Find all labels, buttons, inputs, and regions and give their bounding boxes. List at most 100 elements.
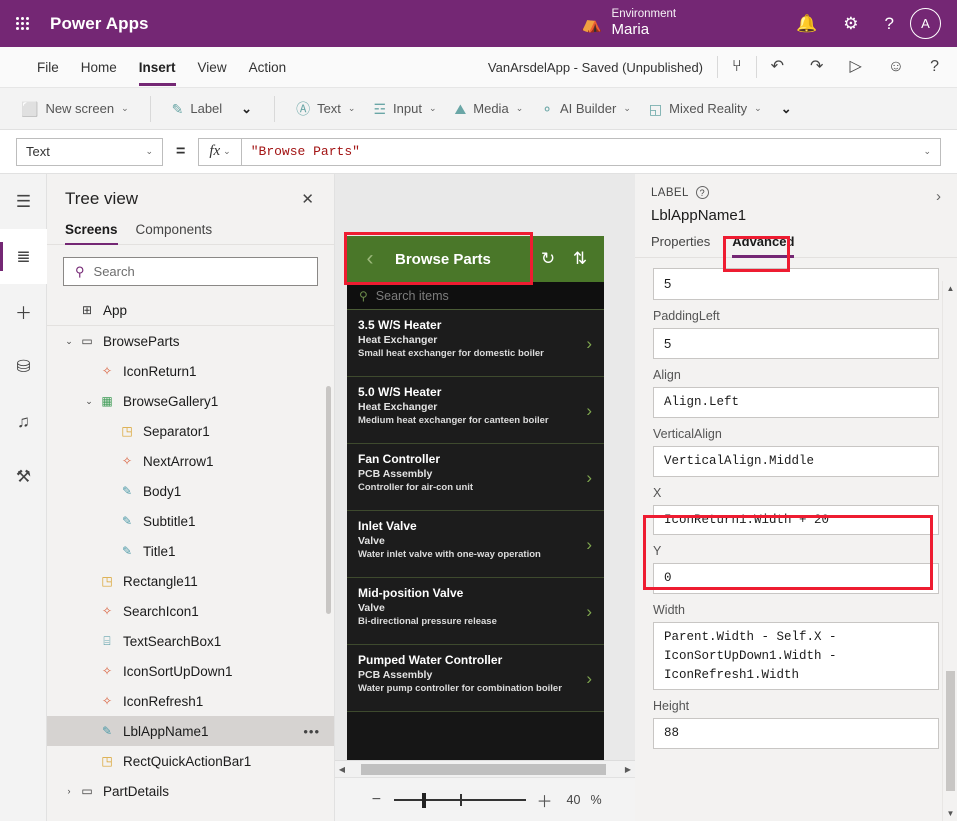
scroll-track[interactable] — [349, 764, 621, 775]
tree-node-iconrefresh1[interactable]: ✧ IconRefresh1 — [47, 686, 334, 716]
text-button[interactable]: Ⓐ Text ⌄ — [287, 96, 364, 121]
tree-node-lblappname1[interactable]: ✎ LblAppName1 ••• — [47, 716, 334, 746]
field-value-align[interactable]: Align.Left — [653, 387, 939, 418]
scroll-thumb[interactable] — [361, 764, 606, 775]
close-icon[interactable]: ✕ — [297, 188, 318, 210]
sidebar-item-insert[interactable]: ＋ — [0, 284, 47, 339]
sidebar-item-media[interactable]: ♫ — [0, 394, 47, 449]
tab-components[interactable]: Components — [136, 222, 213, 244]
tree-node-nextarrow1[interactable]: ✧ NextArrow1 — [47, 446, 334, 476]
more-options-icon[interactable]: ••• — [303, 724, 320, 739]
environment-switcher[interactable]: ⛺ Environment Maria — [581, 8, 676, 38]
field-value-width[interactable]: Parent.Width - Self.X - IconSortUpDown1.… — [653, 622, 939, 690]
zoom-slider[interactable] — [394, 792, 526, 808]
tree-scrollbar[interactable] — [326, 386, 331, 614]
scroll-left-icon[interactable]: ◀ — [335, 765, 349, 774]
scroll-down-icon[interactable]: ▼ — [943, 806, 957, 821]
redo-icon[interactable]: ↷ — [810, 59, 823, 75]
tree-node-browsegallery1[interactable]: ⌄ ▦ BrowseGallery1 — [47, 386, 334, 416]
properties-scrollbar[interactable]: ▲ ▼ — [942, 281, 957, 821]
tree-node-rectquickactionbar1[interactable]: ◳ RectQuickActionBar1 — [47, 746, 334, 776]
tab-properties[interactable]: Properties — [651, 234, 710, 257]
fx-button[interactable]: fx ⌄ — [198, 138, 240, 166]
settings-gear-icon[interactable]: ⚙ — [843, 15, 858, 32]
field-value-padding-top[interactable]: 5 — [653, 268, 939, 300]
tree-node-title1[interactable]: ✎ Title1 — [47, 536, 334, 566]
menu-item-home[interactable]: Home — [70, 56, 128, 79]
next-arrow-icon[interactable]: › — [586, 669, 592, 689]
next-arrow-icon[interactable]: › — [586, 334, 592, 354]
tree-node-body1[interactable]: ✎ Body1 — [47, 476, 334, 506]
app-checker-icon[interactable]: ⑂ — [732, 58, 742, 76]
canvas-horizontal-scrollbar[interactable]: ◀ ▶ — [335, 760, 635, 777]
gallery-item[interactable]: Pumped Water Controller PCB Assembly Wat… — [347, 645, 604, 712]
tree-node-rectangle11[interactable]: ◳ Rectangle11 — [47, 566, 334, 596]
tab-advanced[interactable]: Advanced — [732, 234, 794, 257]
tree-search-input[interactable]: ⚲ Search — [63, 257, 318, 286]
menu-item-action[interactable]: Action — [238, 56, 298, 79]
menu-item-file[interactable]: File — [26, 56, 70, 79]
collapse-panel-chevron-icon[interactable]: › — [936, 188, 941, 205]
gallery-item[interactable]: Mid-position Valve Valve Bi-directional … — [347, 578, 604, 645]
label-button[interactable]: ✎ Label — [163, 96, 232, 121]
tree-chevron-collapsed-icon[interactable]: › — [61, 786, 77, 796]
gallery-item[interactable]: Inlet Valve Valve Water inlet valve with… — [347, 511, 604, 578]
tree-node-browseparts[interactable]: ⌄ ▭ BrowseParts — [47, 326, 334, 356]
menu-item-insert[interactable]: Insert — [128, 56, 187, 79]
icon-return-control[interactable]: ‹ — [357, 247, 383, 271]
help-circle-icon[interactable]: ? — [696, 186, 709, 199]
zoom-in-button[interactable]: ＋ — [536, 788, 552, 812]
menu-item-view[interactable]: View — [187, 56, 238, 79]
hamburger-icon[interactable]: ☰ — [0, 174, 47, 229]
undo-icon[interactable]: ↶ — [771, 59, 784, 75]
field-value-x[interactable]: IconReturn1.Width + 20 — [653, 505, 939, 536]
notifications-bell-icon[interactable]: 🔔 — [796, 15, 817, 32]
tab-screens[interactable]: Screens — [65, 222, 118, 244]
property-selector[interactable]: Text ⌄ — [16, 138, 163, 166]
field-value-verticalalign[interactable]: VerticalAlign.Middle — [653, 446, 939, 477]
sidebar-item-advanced-tools[interactable]: ⚒ — [0, 449, 47, 504]
zoom-slider-handle[interactable] — [422, 793, 426, 808]
field-value-height[interactable]: 88 — [653, 718, 939, 749]
scroll-right-icon[interactable]: ▶ — [621, 765, 635, 774]
field-value-paddingleft[interactable]: 5 — [653, 328, 939, 360]
tree-node-app[interactable]: ⊞ App — [47, 295, 334, 325]
next-arrow-icon[interactable]: › — [586, 468, 592, 488]
next-arrow-icon[interactable]: › — [586, 602, 592, 622]
formula-expand-chevron-icon[interactable]: ⌄ — [923, 146, 931, 157]
field-value-y[interactable]: 0 — [653, 563, 939, 594]
icon-refresh-control[interactable]: ↻ — [534, 249, 562, 269]
tree-node-partdetails[interactable]: › ▭ PartDetails — [47, 776, 334, 806]
input-button[interactable]: ☲ Input ⌄ — [364, 96, 445, 121]
tree-chevron-expanded-icon[interactable]: ⌄ — [81, 396, 97, 407]
app-launcher-icon[interactable] — [0, 17, 44, 30]
tree-node-separator1[interactable]: ◳ Separator1 — [47, 416, 334, 446]
scroll-thumb[interactable] — [946, 671, 955, 791]
tree-node-iconreturn1[interactable]: ✧ IconReturn1 — [47, 356, 334, 386]
tree-node-subtitle1[interactable]: ✎ Subtitle1 — [47, 506, 334, 536]
help-icon[interactable]: ? — [930, 59, 939, 75]
share-user-icon[interactable]: ☺ — [888, 59, 904, 75]
next-arrow-icon[interactable]: › — [586, 401, 592, 421]
help-question-icon[interactable]: ? — [885, 15, 894, 32]
sidebar-item-tree-view[interactable]: ≣ — [0, 229, 47, 284]
tree-node-textsearchbox1[interactable]: ⌸ TextSearchBox1 — [47, 626, 334, 656]
media-button[interactable]: ⛰ Media ⌄ — [446, 96, 533, 121]
mixed-reality-button[interactable]: ◱ Mixed Reality ⌄ — [640, 96, 771, 121]
new-screen-button[interactable]: ⬜ New screen ⌄ — [12, 96, 138, 121]
ribbon-overflow-chevron-icon[interactable]: ⌄ — [771, 101, 802, 117]
label-chevron-down-icon[interactable]: ⌄ — [231, 101, 262, 117]
zoom-out-button[interactable]: − — [368, 791, 384, 809]
formula-input[interactable]: "Browse Parts" ⌄ — [241, 138, 941, 166]
gallery-item[interactable]: 3.5 W/S Heater Heat Exchanger Small heat… — [347, 310, 604, 377]
next-arrow-icon[interactable]: › — [586, 535, 592, 555]
ai-builder-button[interactable]: ⚬ AI Builder ⌄ — [532, 96, 640, 121]
text-search-box-control[interactable]: ⚲ Search items — [347, 282, 604, 310]
tree-node-iconsortupdown1[interactable]: ✧ IconSortUpDown1 — [47, 656, 334, 686]
icon-sort-up-down-control[interactable]: ⇅ — [566, 249, 594, 269]
lbl-app-name-control[interactable]: Browse Parts — [395, 251, 530, 268]
avatar[interactable]: A — [910, 8, 941, 39]
gallery-item[interactable]: Fan Controller PCB Assembly Controller f… — [347, 444, 604, 511]
scroll-up-icon[interactable]: ▲ — [943, 281, 957, 296]
preview-play-icon[interactable]: ▷ — [849, 59, 861, 75]
